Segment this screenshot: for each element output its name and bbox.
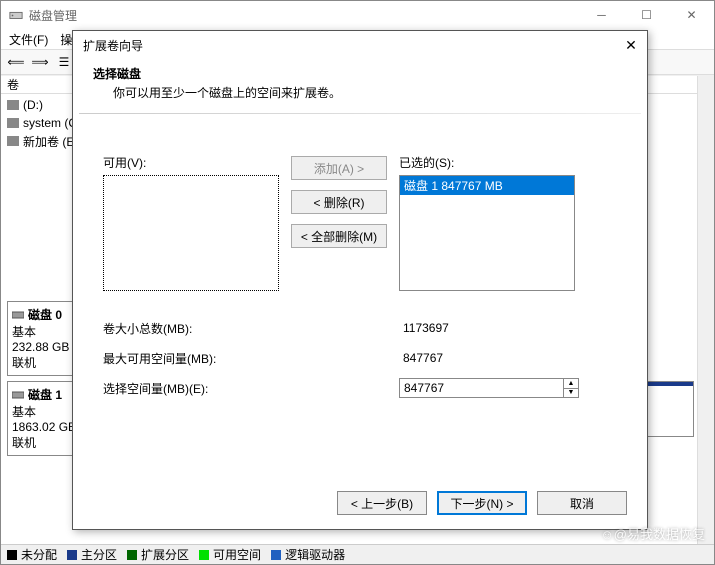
add-button[interactable]: 添加(A) > (291, 156, 387, 180)
max-space-value: 847767 (399, 349, 579, 367)
maximize-button[interactable]: ☐ (624, 1, 669, 29)
space-spinner: ▲ ▼ (399, 378, 579, 398)
legend-swatch-primary (67, 550, 77, 560)
dialog-footer: < 上一步(B) 下一步(N) > 取消 (337, 491, 627, 515)
back-button[interactable]: < 上一步(B) (337, 491, 427, 515)
max-space-label: 最大可用空间量(MB): (103, 350, 399, 367)
dialog-titlebar: 扩展卷向导 ✕ (73, 31, 647, 59)
selected-listbox[interactable]: 磁盘 1 847767 MB (399, 175, 575, 291)
fields-section: 卷大小总数(MB): 1173697 最大可用空间量(MB): 847767 选… (103, 313, 617, 403)
disk-icon (12, 309, 24, 321)
next-button[interactable]: 下一步(N) > (437, 491, 527, 515)
dialog-close-button[interactable]: ✕ (621, 35, 641, 55)
disk-select-row: 可用(V): 添加(A) > < 删除(R) < 全部删除(M) 已选的(S):… (103, 154, 617, 291)
vertical-scrollbar[interactable] (697, 76, 714, 544)
back-button[interactable]: ⟸ (5, 51, 27, 73)
remove-button[interactable]: < 删除(R) (291, 190, 387, 214)
legend-swatch-logical (271, 550, 281, 560)
list-item[interactable]: 磁盘 1 847767 MB (400, 176, 574, 195)
space-input[interactable] (399, 378, 564, 398)
spin-down-button[interactable]: ▼ (564, 389, 578, 398)
spin-up-button[interactable]: ▲ (564, 379, 578, 389)
legend-swatch-free (199, 550, 209, 560)
available-label: 可用(V): (103, 154, 279, 171)
selected-label: 已选的(S): (399, 154, 575, 171)
menu-action[interactable]: 操 (60, 31, 72, 48)
minimize-button[interactable]: ─ (579, 1, 624, 29)
disk-segment[interactable] (643, 382, 693, 436)
app-icon (9, 8, 23, 22)
transfer-buttons: 添加(A) > < 删除(R) < 全部删除(M) (291, 154, 387, 291)
disk-icon (12, 389, 24, 401)
volume-icon (7, 136, 19, 146)
dialog-header: 选择磁盘 你可以用至少一个磁盘上的空间来扩展卷。 (73, 59, 647, 113)
dialog-heading: 选择磁盘 (93, 65, 627, 82)
dialog-subheading: 你可以用至少一个磁盘上的空间来扩展卷。 (93, 84, 627, 101)
legend-swatch-unalloc (7, 550, 17, 560)
volume-icon (7, 100, 19, 110)
volume-icon (7, 118, 19, 128)
legend-swatch-extended (127, 550, 137, 560)
extend-volume-wizard-dialog: 扩展卷向导 ✕ 选择磁盘 你可以用至少一个磁盘上的空间来扩展卷。 可用(V): … (72, 30, 648, 530)
cancel-button[interactable]: 取消 (537, 491, 627, 515)
dialog-title: 扩展卷向导 (83, 37, 143, 54)
remove-all-button[interactable]: < 全部删除(M) (291, 224, 387, 248)
select-space-label: 选择空间量(MB)(E): (103, 380, 399, 397)
available-listbox[interactable] (103, 175, 279, 291)
main-title: 磁盘管理 (29, 7, 77, 24)
dialog-body: 可用(V): 添加(A) > < 删除(R) < 全部删除(M) 已选的(S):… (73, 114, 647, 413)
total-size-value: 1173697 (399, 319, 579, 337)
legend: 未分配 主分区 扩展分区 可用空间 逻辑驱动器 (1, 544, 714, 564)
close-button[interactable]: ✕ (669, 1, 714, 29)
total-size-label: 卷大小总数(MB): (103, 320, 399, 337)
menu-file[interactable]: 文件(F) (9, 31, 48, 48)
forward-button[interactable]: ⟹ (29, 51, 51, 73)
main-titlebar: 磁盘管理 ─ ☐ ✕ (1, 1, 714, 29)
